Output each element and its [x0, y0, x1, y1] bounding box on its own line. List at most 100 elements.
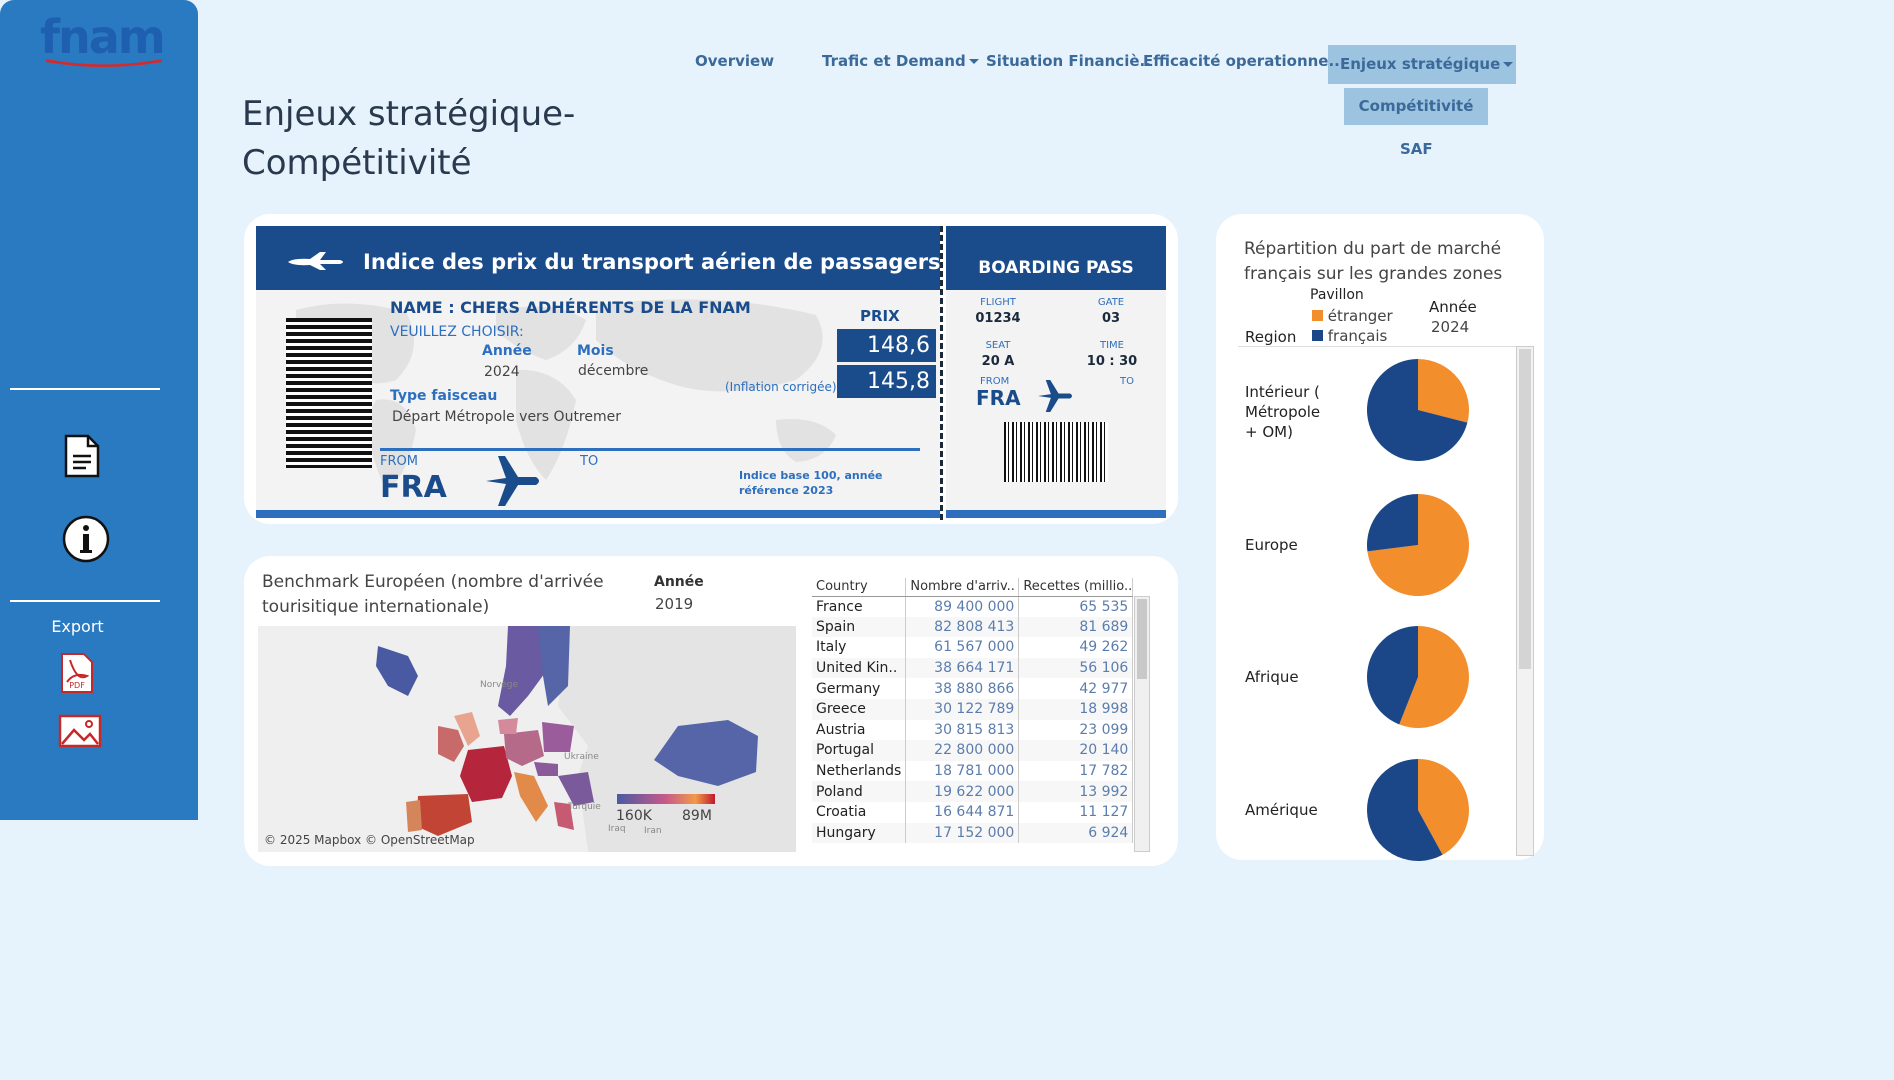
table-row[interactable]: Poland 19 622 000 13 992	[812, 781, 1134, 802]
boarding-body: FLIGHT 01234 GATE 03 SEAT 20 A TIME 10 :…	[946, 290, 1166, 510]
recettes-cell: 81 689	[1018, 616, 1134, 638]
bench-annee-label: Année	[654, 574, 704, 590]
boarding-footer	[946, 510, 1166, 518]
type-faisceau-filter[interactable]: Départ Métropole vers Outremer	[392, 409, 621, 425]
recettes-cell: 65 535	[1018, 596, 1134, 617]
tab-situation-financiere[interactable]: Situation Financiè..	[986, 52, 1151, 70]
pavillon-label: Pavillon	[1310, 287, 1364, 303]
logo-text: fnam	[40, 10, 166, 64]
table-scrollbar-thumb[interactable]	[1137, 599, 1147, 679]
type-faisceau-label: Type faisceau	[390, 388, 498, 404]
from-label: FROM	[380, 454, 418, 469]
table-scrollbar[interactable]	[1134, 596, 1150, 852]
benchmark-table: Country Nombre d'arriv.. Recettes (milli…	[812, 578, 1134, 844]
export-label: Export	[51, 617, 104, 636]
country-cell: United Kin..	[812, 657, 907, 679]
gate-value: 03	[1101, 311, 1121, 326]
arrivees-cell: 19 622 000	[905, 781, 1020, 802]
sidebar: Export PDF	[0, 0, 198, 820]
table-row[interactable]: Spain 82 808 413 81 689	[812, 616, 1134, 638]
table-row[interactable]: Austria 30 815 813 23 099	[812, 719, 1134, 741]
recettes-cell: 23 099	[1018, 719, 1134, 741]
market-scrollbar-thumb[interactable]	[1519, 349, 1531, 669]
col-recettes[interactable]: Recettes (millio..	[1018, 578, 1134, 597]
ticket-header: Indice des prix du transport aérien de p…	[256, 226, 941, 290]
arrivees-cell: 18 781 000	[905, 760, 1020, 782]
legend-label-etranger: étranger	[1327, 307, 1393, 325]
logo-swoosh	[46, 59, 162, 67]
pdf-text: PDF	[69, 681, 85, 690]
subtab-competitivite[interactable]: Compétitivité	[1344, 88, 1488, 125]
map-legend-min: 160K	[616, 808, 652, 824]
recettes-cell: 13 992	[1018, 781, 1134, 802]
bp-barcode	[1004, 422, 1108, 482]
market-annee-filter[interactable]: 2024	[1431, 318, 1469, 336]
tab-efficacite[interactable]: Efficacité operationne..	[1143, 52, 1340, 70]
map-legend-max: 89M	[682, 808, 712, 824]
tab-trafic[interactable]: Trafic et Demand	[822, 52, 979, 70]
table-row[interactable]: Croatia 16 644 871 11 127	[812, 801, 1134, 823]
barcode	[286, 318, 372, 468]
prix-corrige-value: 145,8	[837, 365, 936, 398]
col-arrivees[interactable]: Nombre d'arriv..	[905, 578, 1020, 597]
tab-enjeux[interactable]: Enjeux stratégique	[1340, 55, 1514, 73]
region-label: Amérique	[1245, 801, 1318, 819]
boarding-header: BOARDING PASS	[946, 226, 1166, 290]
legend-item-francais[interactable]: français	[1312, 327, 1387, 345]
sidebar-divider	[10, 600, 160, 602]
seat-label: SEAT	[985, 340, 1011, 351]
col-country[interactable]: Country	[812, 578, 907, 597]
table-row[interactable]: United Kin.. 38 664 171 56 106	[812, 657, 1134, 679]
mois-filter[interactable]: décembre	[578, 363, 648, 379]
country-cell: Greece	[812, 698, 907, 720]
arrivees-cell: 30 815 813	[905, 719, 1020, 741]
legend-swatch-etranger	[1312, 310, 1323, 321]
bp-from-code: FRA	[976, 386, 1021, 410]
ticket-footer	[256, 510, 940, 518]
table-row[interactable]: Portugal 22 800 000 20 140	[812, 740, 1134, 761]
base-note: Indice base 100, année référence 2023	[739, 469, 883, 497]
market-scrollbar[interactable]	[1516, 346, 1534, 856]
recettes-cell: 17 782	[1018, 760, 1134, 782]
boarding-title: BOARDING PASS	[978, 258, 1134, 278]
seat-value: 20 A	[981, 354, 1015, 369]
route-line	[380, 448, 920, 451]
chevron-down-icon	[968, 59, 979, 64]
table-row[interactable]: Greece 30 122 789 18 998	[812, 698, 1134, 720]
region-label: Afrique	[1245, 668, 1299, 686]
mois-label: Mois	[577, 343, 614, 359]
ticket-title: Indice des prix du transport aérien de p…	[363, 250, 941, 274]
legend-item-etranger[interactable]: étranger	[1312, 307, 1393, 325]
table-row[interactable]: Germany 38 880 866 42 977	[812, 678, 1134, 699]
map-label-turkey: Turquie	[568, 802, 601, 812]
market-annee-label: Année	[1429, 298, 1477, 316]
pdf-icon[interactable]: PDF	[60, 652, 94, 694]
recettes-cell: 20 140	[1018, 740, 1134, 761]
arrivees-cell: 38 880 866	[905, 678, 1020, 699]
table-row[interactable]: Hungary 17 152 000 6 924	[812, 822, 1134, 844]
subtab-saf[interactable]: SAF	[1400, 140, 1433, 158]
map-label-iran: Iran	[644, 826, 662, 836]
country-cell: Spain	[812, 616, 907, 638]
market-divider	[1238, 346, 1516, 347]
country-cell: Portugal	[812, 740, 907, 761]
document-icon[interactable]	[62, 434, 102, 478]
tab-overview[interactable]: Overview	[695, 52, 774, 70]
table-row[interactable]: France 89 400 000 65 535	[812, 596, 1134, 617]
bench-annee-filter[interactable]: 2019	[655, 595, 693, 613]
info-icon[interactable]	[61, 514, 111, 564]
europe-map[interactable]: Norvège Ukraine Turquie Iraq Iran 160K 8…	[258, 626, 796, 852]
ticket-name-line: NAME : CHERS ADHÉRENTS DE LA FNAM	[390, 298, 751, 317]
table-row[interactable]: Italy 61 567 000 49 262	[812, 637, 1134, 658]
airplane-icon	[288, 252, 343, 270]
arrivees-cell: 82 808 413	[905, 616, 1020, 638]
image-icon[interactable]	[58, 714, 102, 748]
country-cell: Croatia	[812, 801, 907, 823]
country-cell: Germany	[812, 678, 907, 699]
annee-filter[interactable]: 2024	[484, 364, 520, 380]
region-label: Europe	[1245, 536, 1298, 554]
market-title: Répartition du part de marché français s…	[1244, 239, 1503, 284]
arrivees-cell: 22 800 000	[905, 740, 1020, 761]
table-row[interactable]: Netherlands 18 781 000 17 782	[812, 760, 1134, 782]
bp-to-label: TO	[1120, 376, 1134, 387]
